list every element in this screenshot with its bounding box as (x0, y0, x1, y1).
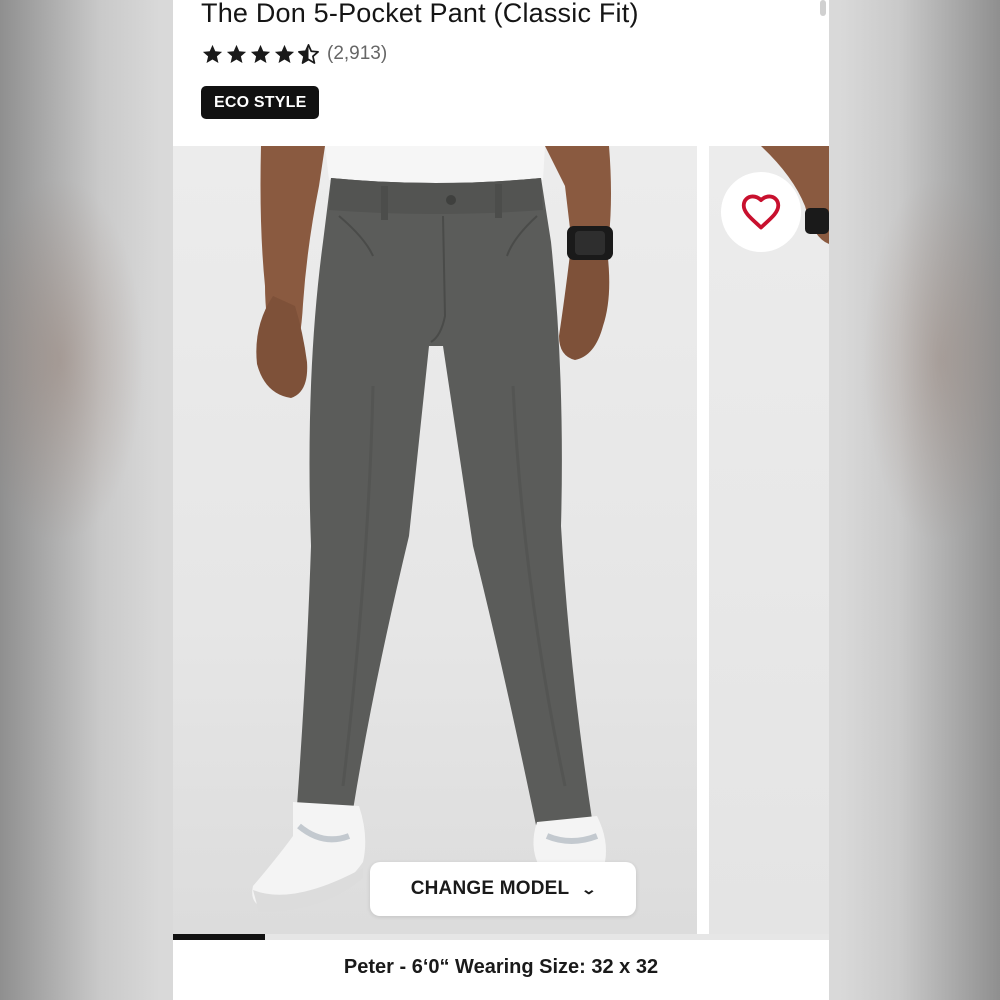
gallery-progress (173, 934, 829, 940)
change-model-label: CHANGE MODEL (410, 878, 570, 899)
product-title: The Don 5-Pocket Pant (Classic Fit) (201, 0, 639, 28)
star-half-icon (298, 43, 319, 64)
review-count: (2,913) (327, 43, 388, 64)
product-screen: The Don 5-Pocket Pant (Classic Fit) (2,9… (173, 0, 829, 1000)
product-photo-next[interactable] (709, 146, 829, 934)
model-size-caption: Peter - 6‘0“ Wearing Size: 32 x 32 (343, 956, 659, 978)
heart-icon (741, 194, 781, 230)
scrollbar[interactable] (820, 0, 826, 16)
eco-style-badge: ECO STYLE (201, 86, 320, 119)
favorite-button[interactable] (721, 172, 801, 252)
image-gallery[interactable]: CHANGE MODEL ⌄ (173, 146, 829, 934)
gallery-progress-fill (173, 934, 265, 940)
product-photo-main[interactable] (173, 146, 697, 934)
star-icon (202, 44, 223, 63)
product-header: The Don 5-Pocket Pant (Classic Fit) (2,9… (173, 0, 829, 146)
rating-row[interactable]: (2,913) (201, 40, 387, 68)
star-rating (201, 43, 320, 66)
star-icon (250, 44, 271, 63)
model-photo (252, 146, 613, 912)
change-model-button[interactable]: CHANGE MODEL ⌄ (370, 862, 636, 916)
star-icon (226, 44, 247, 63)
chevron-down-icon: ⌄ (580, 880, 598, 897)
star-icon (274, 44, 295, 63)
next-photo-preview (761, 146, 829, 244)
